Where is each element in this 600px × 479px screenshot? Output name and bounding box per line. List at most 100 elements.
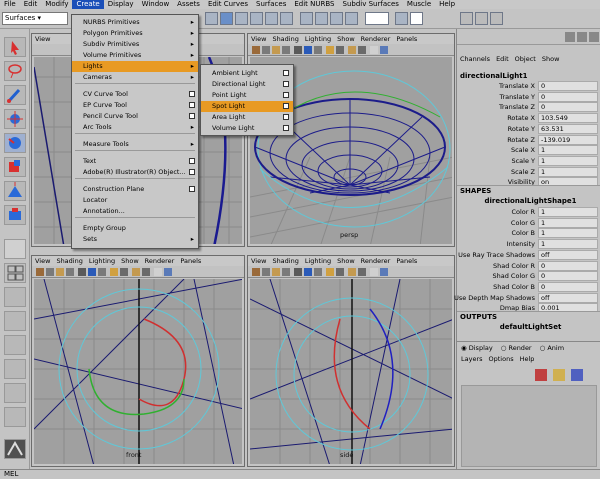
channel-row[interactable]: Use Depth Map Shadows off bbox=[454, 292, 600, 304]
create-menu-item-ep-curve-tool[interactable]: EP Curve Tool bbox=[72, 100, 198, 111]
single-pane-layout-icon[interactable] bbox=[4, 239, 26, 259]
channel-row[interactable]: Translate Y0 bbox=[457, 91, 600, 103]
channel-row[interactable]: Rotate X 103.549 bbox=[457, 113, 600, 124]
vp-menu-lighting[interactable]: Lighting bbox=[86, 257, 118, 265]
viewport-canvas[interactable]: side bbox=[250, 279, 452, 464]
channel-value-field[interactable]: 0 bbox=[538, 281, 598, 292]
channel-value-field[interactable]: 1 bbox=[538, 239, 598, 250]
cb-menu-channels[interactable]: Channels bbox=[460, 55, 490, 65]
channel-row[interactable]: Translate Z0 bbox=[457, 102, 600, 113]
paint-select-icon[interactable] bbox=[4, 85, 26, 105]
menu-muscle[interactable]: Muscle bbox=[403, 0, 435, 9]
create-menu-item-subdiv-primitives[interactable]: Subdiv Primitives ▸ bbox=[72, 39, 198, 50]
create-menu-item-locator[interactable]: Locator bbox=[72, 195, 198, 206]
channel-row[interactable]: Scale Z1 bbox=[457, 166, 600, 178]
display-radio[interactable]: ◉ Display bbox=[461, 344, 493, 352]
option-box-icon[interactable] bbox=[283, 81, 289, 87]
viewport-front[interactable]: View Shading Lighting Show Renderer Pane… bbox=[31, 255, 245, 467]
option-box-icon[interactable] bbox=[189, 186, 195, 192]
render-radio[interactable]: ○ Render bbox=[501, 344, 532, 352]
lights-menu-item-volume-light[interactable]: Volume Light bbox=[201, 123, 293, 134]
snap-plane-icon[interactable] bbox=[280, 12, 293, 25]
option-box-icon[interactable] bbox=[283, 70, 289, 76]
vp-menu-view[interactable]: View bbox=[248, 257, 269, 265]
create-menu-item-text[interactable]: Text bbox=[72, 156, 198, 167]
vp-menu-show[interactable]: Show bbox=[334, 35, 358, 43]
channel-row[interactable]: Color B1 bbox=[457, 228, 600, 239]
vp-menu-view[interactable]: View bbox=[248, 35, 269, 43]
input-line-field[interactable] bbox=[365, 12, 389, 25]
vp-menu-view[interactable]: View bbox=[32, 35, 53, 43]
channel-value-field[interactable]: 63.531 bbox=[538, 123, 598, 134]
new-layer-icon[interactable] bbox=[535, 369, 547, 381]
ipr-render-icon[interactable] bbox=[330, 12, 343, 25]
cb-menu-object[interactable]: Object bbox=[515, 55, 536, 65]
create-menu-item-volume-primitives[interactable]: Volume Primitives ▸ bbox=[72, 50, 198, 61]
vp-menu-shading[interactable]: Shading bbox=[53, 257, 85, 265]
channel-row[interactable]: Rotate Z -139.019 bbox=[457, 134, 600, 146]
lights-menu-item-area-light[interactable]: Area Light bbox=[201, 112, 293, 123]
create-menu-item-pencil-curve-tool[interactable]: Pencil Curve Tool bbox=[72, 111, 198, 122]
menu-window[interactable]: Window bbox=[138, 0, 174, 9]
channel-value-field[interactable]: 1 bbox=[538, 145, 598, 156]
menu-edit[interactable]: Edit bbox=[20, 0, 42, 9]
vp-menu-shading[interactable]: Shading bbox=[269, 35, 301, 43]
menu-edit-nurbs[interactable]: Edit NURBS bbox=[290, 0, 338, 9]
layout-graph-editor-icon[interactable] bbox=[4, 359, 26, 379]
scale-tool-icon[interactable] bbox=[4, 157, 26, 177]
menu-set-selector[interactable]: Surfaces ▾ bbox=[2, 12, 68, 25]
menu-file[interactable]: File bbox=[0, 0, 20, 9]
snap-curve-icon[interactable] bbox=[250, 12, 263, 25]
create-menu-item-lights[interactable]: Lights ▸ bbox=[72, 61, 198, 72]
vp-menu-renderer[interactable]: Renderer bbox=[358, 35, 394, 43]
channel-row[interactable]: Shad Color G0 bbox=[457, 271, 600, 282]
menu-edit-curves[interactable]: Edit Curves bbox=[204, 0, 252, 9]
vp-menu-show[interactable]: Show bbox=[118, 257, 142, 265]
show-channel-box-icon[interactable] bbox=[490, 12, 503, 25]
layout-hypershade-icon[interactable] bbox=[4, 335, 26, 355]
layout-custom-icon[interactable] bbox=[4, 407, 26, 427]
layer-menu-help[interactable]: Help bbox=[520, 355, 535, 365]
option-box-icon[interactable] bbox=[283, 125, 289, 131]
channel-value-field[interactable]: 1 bbox=[538, 217, 598, 228]
anim-radio[interactable]: ○ Anim bbox=[540, 344, 564, 352]
rotate-tool-icon[interactable] bbox=[4, 133, 26, 153]
input-mode-icon[interactable] bbox=[395, 12, 408, 25]
layer-options-icon[interactable] bbox=[571, 369, 583, 381]
create-menu-item-arc-tools[interactable]: Arc Tools ▸ bbox=[72, 122, 198, 133]
menu-assets[interactable]: Assets bbox=[173, 0, 204, 9]
option-box-icon[interactable] bbox=[283, 114, 289, 120]
select-tool-icon[interactable] bbox=[4, 37, 26, 57]
layer-menu-options[interactable]: Options bbox=[489, 355, 514, 365]
attribute-editor-toggle-icon[interactable] bbox=[577, 32, 587, 42]
last-tool-icon[interactable] bbox=[4, 205, 26, 225]
channel-box-layout-icon[interactable] bbox=[565, 32, 575, 42]
layout-persp-graph-icon[interactable] bbox=[4, 311, 26, 331]
layout-outliner-icon[interactable] bbox=[4, 383, 26, 403]
option-box-icon[interactable] bbox=[283, 92, 289, 98]
channel-row[interactable]: Color G1 bbox=[457, 217, 600, 229]
vp-menu-panels[interactable]: Panels bbox=[393, 35, 420, 43]
move-tool-icon[interactable] bbox=[4, 109, 26, 129]
create-menu-item-annotation[interactable]: Annotation... bbox=[72, 206, 198, 217]
lights-menu-item-point-light[interactable]: Point Light bbox=[201, 90, 293, 101]
new-layer-selected-icon[interactable] bbox=[553, 369, 565, 381]
channel-value-field[interactable]: 1 bbox=[538, 155, 598, 166]
vp-menu-view[interactable]: View bbox=[32, 257, 53, 265]
create-menu-item-construction-plane[interactable]: Construction Plane bbox=[72, 184, 198, 195]
channel-value-field[interactable]: -139.019 bbox=[538, 134, 598, 145]
lights-menu-item-spot-light[interactable]: Spot Light bbox=[201, 101, 293, 112]
shape-node-name[interactable]: directionalLightShape1 bbox=[457, 196, 600, 206]
menu-display[interactable]: Display bbox=[104, 0, 138, 9]
channel-value-field[interactable]: 0 bbox=[538, 271, 598, 282]
lights-menu-item-directional-light[interactable]: Directional Light bbox=[201, 79, 293, 90]
mel-label[interactable]: MEL bbox=[4, 470, 18, 478]
option-box-icon[interactable] bbox=[189, 169, 195, 175]
channel-value-field[interactable]: 0 bbox=[538, 81, 598, 91]
create-menu-item-cv-curve-tool[interactable]: CV Curve Tool bbox=[72, 89, 198, 100]
create-menu-item-polygon-primitives[interactable]: Polygon Primitives ▸ bbox=[72, 28, 198, 39]
select-by-object-icon[interactable] bbox=[220, 12, 233, 25]
vp-menu-renderer[interactable]: Renderer bbox=[358, 257, 394, 265]
vp-menu-panels[interactable]: Panels bbox=[393, 257, 420, 265]
vp-menu-shading[interactable]: Shading bbox=[269, 257, 301, 265]
